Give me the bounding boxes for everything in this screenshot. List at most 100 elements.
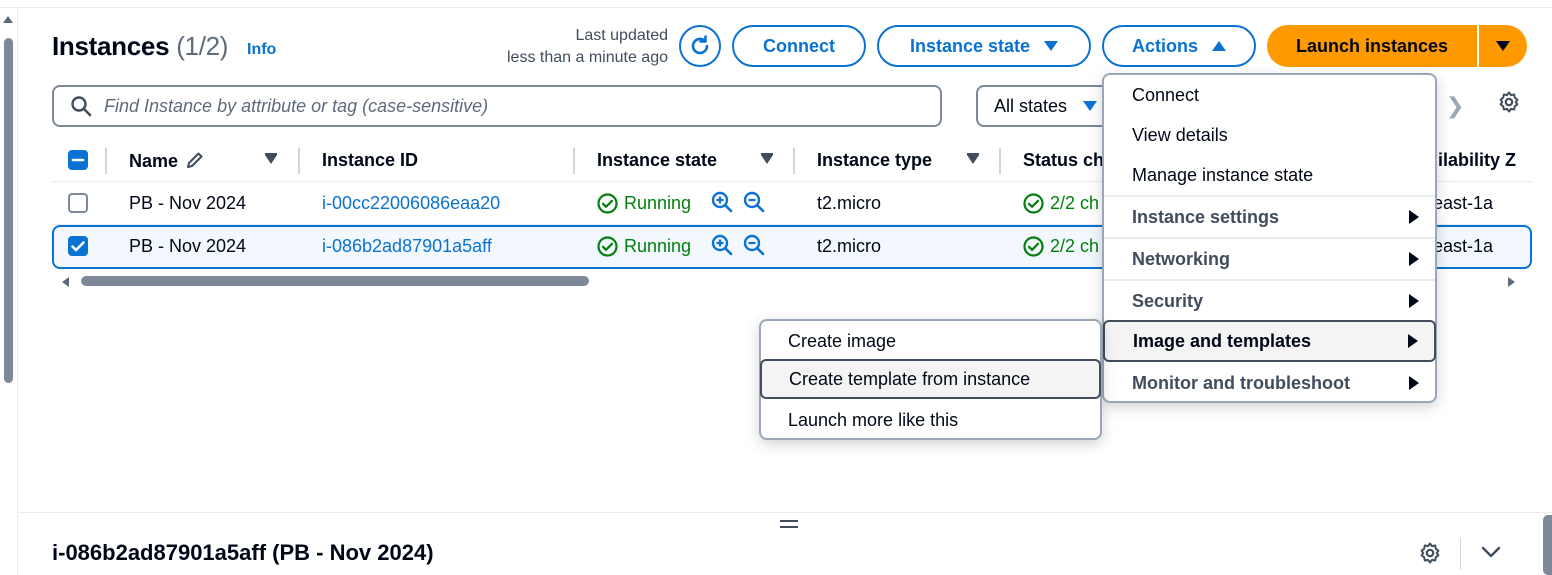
zoom-out-icon[interactable] xyxy=(743,191,765,213)
actions-button[interactable]: Actions xyxy=(1102,25,1256,67)
info-link[interactable]: Info xyxy=(247,41,276,59)
column-divider xyxy=(573,148,575,174)
sort-icon[interactable] xyxy=(967,153,979,164)
connect-button[interactable]: Connect xyxy=(732,25,866,67)
submenu-item-label: Launch more like this xyxy=(788,409,959,430)
column-header-instance-id[interactable]: Instance ID xyxy=(322,150,418,171)
page-scrollbar[interactable] xyxy=(0,8,18,575)
column-divider xyxy=(999,148,1001,174)
table-settings-button[interactable] xyxy=(1497,90,1521,119)
caret-down-icon xyxy=(1044,41,1059,51)
last-updated-text: Last updated less than a minute ago xyxy=(480,25,668,69)
detail-settings-button[interactable] xyxy=(1418,541,1442,570)
refresh-icon xyxy=(691,35,709,55)
instance-id-link[interactable]: i-086b2ad87901a5aff xyxy=(322,236,492,257)
menu-item-view-details[interactable]: View details xyxy=(1104,115,1435,155)
instance-state-button-label: Instance state xyxy=(909,35,1031,56)
column-header-status-check[interactable]: Status ch xyxy=(1023,150,1104,171)
split-panel-resize-handle[interactable] xyxy=(780,520,798,532)
scroll-left-arrow-icon[interactable] xyxy=(62,277,69,287)
actions-menu: Connect View details Manage instance sta… xyxy=(1102,73,1437,403)
page-scrollbar-thumb[interactable] xyxy=(4,38,13,383)
top-divider xyxy=(0,7,1552,8)
submenu-arrow-icon xyxy=(1409,252,1419,266)
instance-name: PB - Nov 2024 xyxy=(129,236,247,256)
column-header-instance-state[interactable]: Instance state xyxy=(597,150,717,171)
status-success-icon xyxy=(597,236,618,257)
gear-icon xyxy=(1499,91,1519,113)
menu-group-instance-settings[interactable]: Instance settings xyxy=(1104,195,1435,237)
column-divider xyxy=(793,148,795,174)
row-checkbox[interactable] xyxy=(68,193,88,213)
sort-icon[interactable] xyxy=(761,153,773,164)
zoom-out-icon[interactable] xyxy=(743,234,765,256)
last-updated-label: Last updated xyxy=(575,27,668,44)
launch-instances-dropdown-button[interactable] xyxy=(1479,25,1527,67)
caret-down-icon xyxy=(1496,41,1510,51)
sort-icon[interactable] xyxy=(265,153,277,164)
submenu-arrow-icon xyxy=(1408,334,1418,348)
menu-item-manage-instance-state[interactable]: Manage instance state xyxy=(1104,155,1435,195)
detail-scrollbar-thumb[interactable] xyxy=(1543,515,1552,575)
scroll-right-arrow-icon[interactable] xyxy=(1508,277,1515,287)
launch-instances-button[interactable]: Launch instances xyxy=(1267,25,1477,67)
menu-group-image-and-templates[interactable]: Image and templates xyxy=(1103,320,1436,362)
horizontal-scrollbar-thumb[interactable] xyxy=(81,276,589,286)
submenu-item-launch-more-like-this[interactable]: Launch more like this xyxy=(761,400,1100,440)
status-success-icon xyxy=(597,193,618,214)
search-input[interactable] xyxy=(104,95,904,117)
search-field[interactable] xyxy=(52,85,942,127)
menu-group-label: Image and templates xyxy=(1133,330,1312,351)
status-check-cell: 2/2 ch xyxy=(1023,193,1099,214)
scroll-up-arrow-icon[interactable] xyxy=(3,16,13,23)
instance-state-cell: Running xyxy=(597,236,691,257)
status-success-icon xyxy=(1023,193,1044,214)
column-divider xyxy=(298,148,300,174)
collapse-detail-button[interactable] xyxy=(1480,544,1502,565)
menu-item-label: Connect xyxy=(1132,84,1200,105)
column-header-availability-zone[interactable]: ilability Z xyxy=(1438,150,1516,171)
menu-group-label: Instance settings xyxy=(1132,206,1280,227)
instance-name: PB - Nov 2024 xyxy=(129,193,247,213)
connect-button-label: Connect xyxy=(763,35,835,56)
menu-group-networking[interactable]: Networking xyxy=(1104,237,1435,279)
submenu-arrow-icon xyxy=(1409,376,1419,390)
detail-panel-title: i-086b2ad87901a5aff (PB - Nov 2024) xyxy=(52,540,434,565)
menu-group-monitor-and-troubleshoot[interactable]: Monitor and troubleshoot xyxy=(1104,362,1435,404)
availability-zone: east-1a xyxy=(1433,236,1494,256)
instance-state-text: Running xyxy=(624,236,692,256)
menu-group-label: Security xyxy=(1132,290,1204,311)
page-title-text: Instances xyxy=(52,31,170,61)
image-templates-submenu: Create image Create template from instan… xyxy=(759,319,1102,440)
detail-toolbar-divider xyxy=(1460,538,1461,570)
menu-group-security[interactable]: Security xyxy=(1104,279,1435,321)
menu-group-label: Monitor and troubleshoot xyxy=(1132,372,1350,393)
menu-item-connect[interactable]: Connect xyxy=(1104,75,1435,115)
next-page-icon[interactable]: ❯ xyxy=(1446,93,1464,119)
column-header-name[interactable]: Name xyxy=(129,150,205,172)
caret-up-icon xyxy=(1212,41,1226,51)
zoom-in-icon[interactable] xyxy=(711,234,733,256)
search-icon xyxy=(71,96,92,117)
state-zoom-controls xyxy=(711,191,765,213)
submenu-item-label: Create template from instance xyxy=(789,368,1031,389)
column-header-instance-type[interactable]: Instance type xyxy=(817,150,932,171)
row-checkbox-checked[interactable] xyxy=(68,236,88,256)
column-divider xyxy=(105,148,107,174)
instance-states-select[interactable]: All states xyxy=(976,85,1116,127)
menu-item-label: View details xyxy=(1132,124,1228,145)
submenu-arrow-icon xyxy=(1409,294,1419,308)
column-header-name-label: Name xyxy=(129,151,179,171)
instance-state-button[interactable]: Instance state xyxy=(877,25,1091,67)
instance-type: t2.micro xyxy=(817,193,882,213)
status-check-text[interactable]: 2/2 ch xyxy=(1050,193,1099,214)
submenu-item-create-image[interactable]: Create image xyxy=(761,321,1100,361)
instance-id-link[interactable]: i-00cc22006086eaa20 xyxy=(322,193,500,214)
page-title: Instances (1/2) xyxy=(52,31,228,62)
refresh-button[interactable] xyxy=(679,25,721,67)
status-check-text[interactable]: 2/2 ch xyxy=(1050,236,1099,257)
zoom-in-icon[interactable] xyxy=(711,191,733,213)
instance-type: t2.micro xyxy=(817,236,882,256)
select-all-checkbox[interactable] xyxy=(68,150,88,170)
submenu-item-create-template-from-instance[interactable]: Create template from instance xyxy=(760,359,1101,399)
